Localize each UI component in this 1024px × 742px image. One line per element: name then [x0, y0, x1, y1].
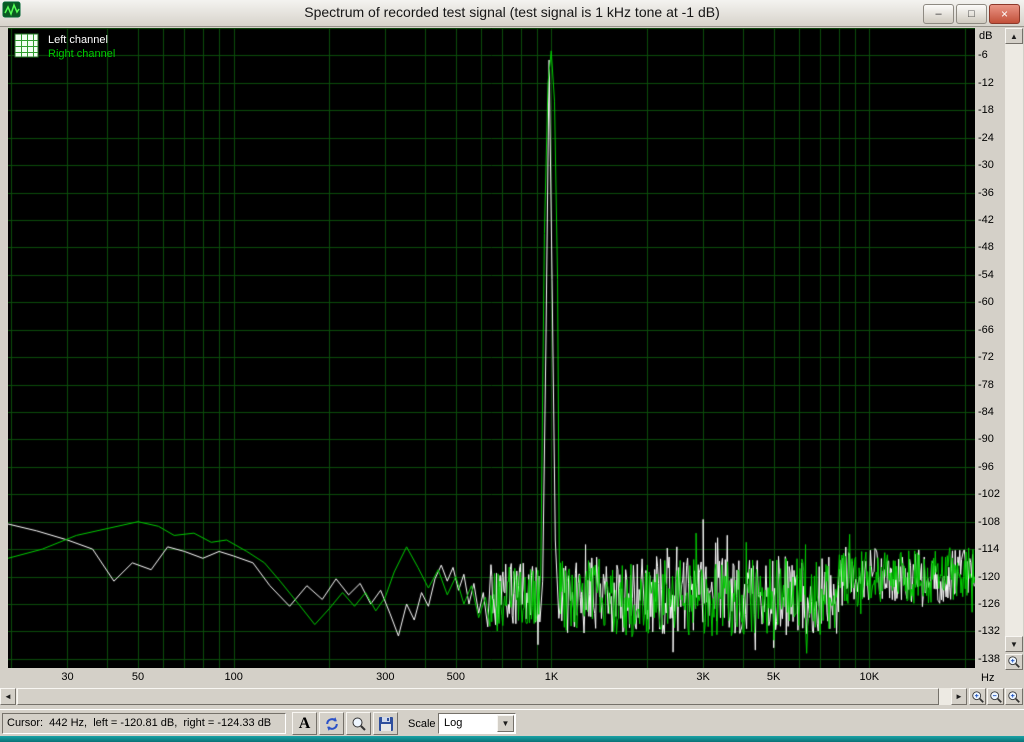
y-tick-label: -132 — [978, 625, 1000, 637]
save-button[interactable] — [373, 712, 398, 735]
y-tick-label: -42 — [978, 214, 994, 226]
h-scroll-thumb[interactable] — [17, 688, 939, 705]
spectrum-plot[interactable] — [8, 28, 975, 668]
y-tick-label: -24 — [978, 132, 994, 144]
y-tick-label: -36 — [978, 187, 994, 199]
zoom-in-vertical-button[interactable] — [1005, 654, 1023, 670]
y-tick-label: -126 — [978, 598, 1000, 610]
y-tick-label: -72 — [978, 351, 994, 363]
minimize-button[interactable]: – — [923, 4, 954, 24]
taskbar-strip — [0, 736, 1024, 742]
magnifier-plus-icon — [1007, 690, 1021, 704]
minimize-icon: – — [935, 9, 941, 20]
y-tick-label: -78 — [978, 379, 994, 391]
x-axis-unit-label: Hz — [981, 672, 994, 684]
y-axis-unit-label: dB — [979, 30, 992, 42]
maximize-button[interactable]: □ — [956, 4, 987, 24]
statusbar: Cursor: 442 Hz, left = -120.81 dB, right… — [0, 709, 1024, 737]
x-tick-label: 50 — [132, 671, 144, 683]
y-tick-label: -138 — [978, 653, 1000, 665]
x-tick-label: 30 — [61, 671, 73, 683]
y-tick-label: -6 — [978, 49, 988, 61]
font-button[interactable]: A — [292, 712, 317, 735]
font-icon: A — [299, 715, 311, 733]
magnifier-icon — [351, 716, 367, 732]
close-icon: × — [1001, 8, 1008, 20]
window-title: Spectrum of recorded test signal (test s… — [0, 4, 1024, 20]
y-tick-label: -84 — [978, 406, 994, 418]
y-tick-label: -66 — [978, 324, 994, 336]
refresh-icon — [324, 716, 340, 732]
y-tick-label: -18 — [978, 104, 994, 116]
scroll-up-button[interactable]: ▲ — [1005, 28, 1023, 44]
scroll-down-button[interactable]: ▼ — [1005, 636, 1023, 652]
x-tick-label: 100 — [224, 671, 242, 683]
y-tick-label: -30 — [978, 159, 994, 171]
y-tick-label: -120 — [978, 571, 1000, 583]
zoom-in-button[interactable] — [969, 688, 986, 705]
left-arrow-icon: ◄ — [4, 692, 12, 701]
zoom-out-button[interactable] — [987, 688, 1004, 705]
scale-select[interactable]: Log ▼ — [438, 713, 516, 734]
right-arrow-icon: ► — [955, 692, 963, 701]
y-tick-label: -48 — [978, 241, 994, 253]
magnifier-plus-icon — [971, 690, 985, 704]
close-button[interactable]: × — [989, 4, 1020, 24]
x-tick-label: 500 — [447, 671, 465, 683]
scroll-right-button[interactable]: ► — [951, 688, 967, 705]
magnifier-minus-icon — [989, 690, 1003, 704]
scroll-left-button[interactable]: ◄ — [0, 688, 16, 705]
zoom-tool-button[interactable] — [346, 712, 371, 735]
x-tick-label: 1K — [545, 671, 558, 683]
cursor-readout: Cursor: 442 Hz, left = -120.81 dB, right… — [2, 713, 286, 734]
x-tick-label: 3K — [696, 671, 709, 683]
app-window: Spectrum of recorded test signal (test s… — [0, 0, 1024, 742]
y-tick-label: -102 — [978, 488, 1000, 500]
maximize-icon: □ — [968, 9, 975, 20]
down-arrow-icon: ▼ — [1010, 640, 1018, 649]
up-arrow-icon: ▲ — [1010, 32, 1018, 41]
y-tick-label: -12 — [978, 77, 994, 89]
grid-icon — [14, 33, 39, 58]
scale-label: Scale — [408, 718, 436, 730]
titlebar: Spectrum of recorded test signal (test s… — [0, 0, 1024, 27]
v-scroll-track[interactable] — [1005, 28, 1023, 652]
dropdown-arrow-icon: ▼ — [502, 719, 510, 728]
scale-dropdown-button[interactable]: ▼ — [497, 715, 514, 732]
x-tick-label: 10K — [860, 671, 880, 683]
y-tick-label: -96 — [978, 461, 994, 473]
corner-zoom-button[interactable] — [1005, 688, 1023, 705]
x-tick-label: 5K — [767, 671, 780, 683]
refresh-button[interactable] — [319, 712, 344, 735]
magnifier-plus-icon — [1007, 655, 1021, 669]
window-controls: – □ × — [923, 4, 1020, 24]
y-tick-label: -108 — [978, 516, 1000, 528]
y-tick-label: -90 — [978, 433, 994, 445]
save-icon — [378, 716, 394, 732]
y-tick-label: -114 — [978, 543, 999, 555]
x-tick-label: 300 — [376, 671, 394, 683]
y-tick-label: -60 — [978, 296, 994, 308]
grid-toggle-button[interactable] — [14, 33, 39, 58]
y-tick-label: -54 — [978, 269, 994, 281]
